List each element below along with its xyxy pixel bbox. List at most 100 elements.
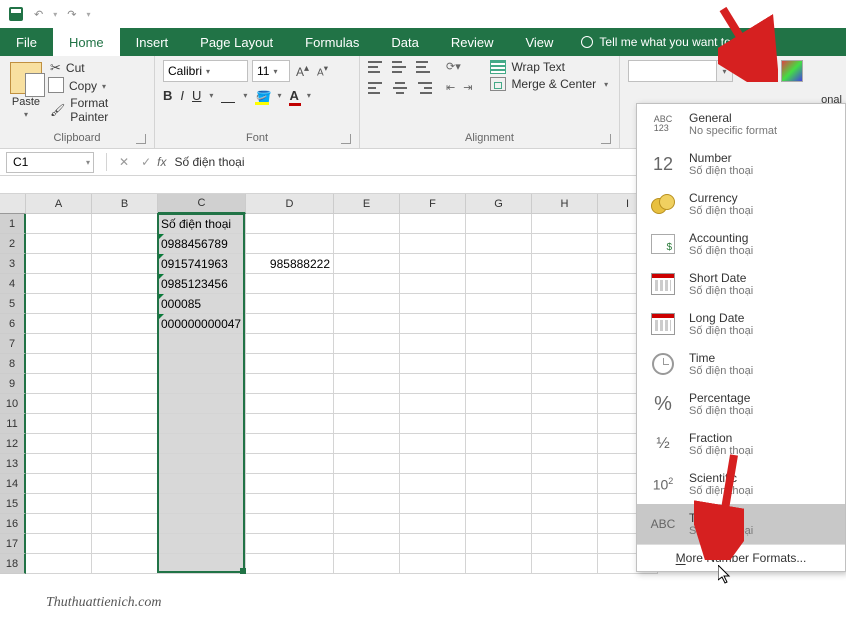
cell[interactable] bbox=[400, 494, 466, 514]
cell[interactable] bbox=[334, 274, 400, 294]
number-format-option-text[interactable]: ABCTextSố điện thoại bbox=[637, 504, 845, 544]
cell[interactable] bbox=[532, 394, 598, 414]
cell[interactable] bbox=[246, 294, 334, 314]
cell[interactable] bbox=[334, 534, 400, 554]
row-header[interactable]: 15 bbox=[0, 494, 26, 514]
cell[interactable] bbox=[26, 334, 92, 354]
cell[interactable] bbox=[334, 434, 400, 454]
cell[interactable] bbox=[466, 234, 532, 254]
shrink-font-button[interactable]: A▾ bbox=[315, 63, 330, 78]
cell[interactable] bbox=[92, 394, 158, 414]
italic-button[interactable]: I bbox=[180, 88, 184, 103]
cell[interactable] bbox=[246, 494, 334, 514]
cell[interactable] bbox=[158, 414, 246, 434]
cell[interactable] bbox=[26, 214, 92, 234]
dialog-launcher-icon[interactable] bbox=[341, 134, 351, 144]
cell[interactable] bbox=[400, 534, 466, 554]
cell[interactable] bbox=[246, 374, 334, 394]
number-format-option-currency[interactable]: CurrencySố điện thoại bbox=[637, 184, 845, 224]
cell[interactable] bbox=[26, 374, 92, 394]
cell[interactable] bbox=[334, 394, 400, 414]
tab-page-layout[interactable]: Page Layout bbox=[184, 28, 289, 56]
fill-color-button[interactable]: 🪣 bbox=[255, 90, 269, 102]
cell[interactable] bbox=[334, 554, 400, 574]
dialog-launcher-icon[interactable] bbox=[601, 134, 611, 144]
bold-button[interactable]: B bbox=[163, 88, 172, 103]
cancel-formula-button[interactable]: ✕ bbox=[113, 155, 135, 169]
merge-center-button[interactable]: Merge & Center▾ bbox=[490, 77, 608, 91]
undo-button[interactable]: ↶ bbox=[34, 8, 43, 21]
row-header[interactable]: 2 bbox=[0, 234, 26, 254]
cell[interactable] bbox=[466, 314, 532, 334]
name-box[interactable]: C1▾ bbox=[6, 152, 94, 173]
tab-insert[interactable]: Insert bbox=[120, 28, 185, 56]
align-middle-button[interactable] bbox=[392, 61, 408, 73]
tab-view[interactable]: View bbox=[509, 28, 569, 56]
cell[interactable] bbox=[334, 334, 400, 354]
number-format-option-fraction[interactable]: ½FractionSố điện thoại bbox=[637, 424, 845, 464]
cell[interactable] bbox=[400, 474, 466, 494]
row-header[interactable]: 14 bbox=[0, 474, 26, 494]
row-header[interactable]: 4 bbox=[0, 274, 26, 294]
fx-button[interactable]: fx bbox=[157, 155, 166, 169]
cell[interactable] bbox=[334, 354, 400, 374]
cell[interactable] bbox=[532, 214, 598, 234]
align-right-button[interactable] bbox=[416, 82, 432, 94]
increase-indent-button[interactable]: ⇥ bbox=[463, 81, 472, 94]
cell[interactable] bbox=[400, 414, 466, 434]
row-header[interactable]: 8 bbox=[0, 354, 26, 374]
tell-me-search[interactable]: Tell me what you want to do bbox=[581, 28, 747, 56]
cell[interactable] bbox=[466, 534, 532, 554]
cell[interactable] bbox=[26, 294, 92, 314]
cell[interactable] bbox=[466, 394, 532, 414]
cell[interactable] bbox=[400, 294, 466, 314]
cell[interactable] bbox=[158, 494, 246, 514]
cell[interactable] bbox=[26, 534, 92, 554]
column-header[interactable]: F bbox=[400, 194, 466, 214]
column-header[interactable]: B bbox=[92, 194, 158, 214]
cell[interactable] bbox=[532, 374, 598, 394]
cell[interactable] bbox=[466, 434, 532, 454]
cell[interactable] bbox=[334, 414, 400, 434]
cell[interactable] bbox=[92, 334, 158, 354]
cell[interactable] bbox=[400, 454, 466, 474]
cell[interactable] bbox=[158, 454, 246, 474]
font-color-button[interactable]: A bbox=[289, 88, 298, 103]
cell[interactable] bbox=[92, 554, 158, 574]
tab-home[interactable]: Home bbox=[53, 28, 120, 56]
column-header[interactable]: C bbox=[158, 194, 246, 214]
cell[interactable] bbox=[92, 314, 158, 334]
cell[interactable] bbox=[334, 494, 400, 514]
cell[interactable] bbox=[400, 374, 466, 394]
cell[interactable] bbox=[92, 294, 158, 314]
cell[interactable] bbox=[466, 374, 532, 394]
more-number-formats[interactable]: More Number Formats... bbox=[637, 544, 845, 571]
row-header[interactable]: 1 bbox=[0, 214, 26, 234]
cell[interactable] bbox=[532, 494, 598, 514]
column-header[interactable]: G bbox=[466, 194, 532, 214]
number-format-option-short-date[interactable]: Short DateSố điện thoại bbox=[637, 264, 845, 304]
cell[interactable] bbox=[246, 394, 334, 414]
grow-font-button[interactable]: A▴ bbox=[294, 63, 311, 79]
cell[interactable] bbox=[158, 394, 246, 414]
cell[interactable] bbox=[246, 454, 334, 474]
align-top-button[interactable] bbox=[368, 61, 384, 73]
font-name-combo[interactable]: Calibri▾ bbox=[163, 60, 248, 82]
cell[interactable] bbox=[466, 454, 532, 474]
cell[interactable] bbox=[158, 334, 246, 354]
cell[interactable] bbox=[334, 214, 400, 234]
borders-button[interactable] bbox=[221, 89, 235, 103]
cell[interactable] bbox=[26, 454, 92, 474]
cell[interactable] bbox=[400, 514, 466, 534]
cell[interactable] bbox=[26, 354, 92, 374]
cell[interactable] bbox=[532, 454, 598, 474]
cell[interactable] bbox=[246, 434, 334, 454]
cell[interactable] bbox=[92, 494, 158, 514]
cell[interactable] bbox=[532, 414, 598, 434]
cell[interactable] bbox=[334, 294, 400, 314]
cell[interactable] bbox=[532, 254, 598, 274]
cell[interactable] bbox=[92, 254, 158, 274]
row-header[interactable]: 3 bbox=[0, 254, 26, 274]
row-header[interactable]: 5 bbox=[0, 294, 26, 314]
number-format-combo[interactable]: ▾ bbox=[628, 60, 733, 82]
